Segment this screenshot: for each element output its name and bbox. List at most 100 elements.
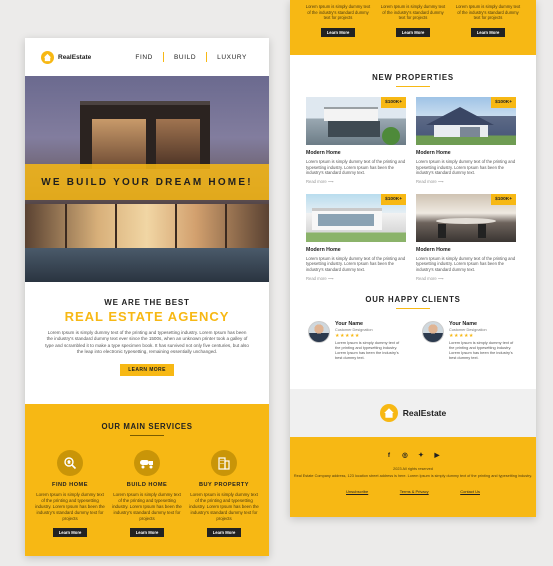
property-card[interactable]: $100K+ Modern Home Lorem Ipsum is simply… [306, 97, 406, 184]
property-name: Modern Home [306, 246, 341, 253]
new-properties-title: NEW PROPERTIES [372, 73, 454, 82]
property-grid: $100K+ Modern Home Lorem Ipsum is simply… [290, 87, 536, 281]
service-desc: Lorem Ipsum is simply dummy text of the … [380, 4, 446, 21]
service-learn-more-button[interactable]: Learn More [52, 528, 88, 537]
avatar [422, 320, 444, 343]
brand-name[interactable]: RealEstate [403, 408, 446, 418]
price-badge: $100K+ [381, 97, 406, 108]
read-more-link[interactable]: Read more ⟶ [306, 276, 406, 281]
unsubscribe-link[interactable]: Unsubscribe [346, 489, 368, 494]
property-photo: $100K+ [416, 193, 516, 242]
property-photo: $100K+ [306, 97, 406, 145]
hero-headline: WE BUILD YOUR DREAM HOME! [41, 176, 253, 188]
service-buy-property: BUY PROPERTY Lorem Ipsum is simply dummy… [189, 450, 259, 537]
service-name: FIND HOME [52, 482, 88, 488]
client-quote: Lorem Ipsum is simply dummy text of the … [449, 339, 514, 360]
contact-us-link[interactable]: Contact Us [460, 489, 480, 494]
client-name: Your Name [449, 320, 478, 327]
read-more-link[interactable]: Read more ⟶ [306, 179, 406, 184]
testimonial-card: Your Name Customer Designation ★★★★★ Lor… [308, 320, 404, 360]
intro-section: WE ARE THE BEST REAL ESTATE AGENCY Lorem… [25, 282, 269, 376]
read-more-link[interactable]: Read more ⟶ [416, 179, 516, 184]
footer: f ◎ ✦ ▶ 2023 All rights reserved Real Es… [290, 437, 536, 517]
price-badge: $100K+ [491, 97, 516, 108]
pool [25, 248, 269, 282]
terms-privacy-link[interactable]: Terms & Privacy [400, 489, 429, 494]
house-illustration [80, 101, 210, 169]
instagram-icon[interactable]: ◎ [401, 451, 409, 459]
happy-clients-title: OUR HAPPY CLIENTS [365, 294, 461, 304]
client-role: Customer Designation [335, 327, 373, 332]
intro-body: Lorem Ipsum is simply dummy text of the … [45, 330, 249, 355]
twitter-icon[interactable]: ✦ [417, 451, 425, 459]
service-name: BUY PROPERTY [198, 482, 250, 488]
property-photo: $100K+ [306, 193, 406, 242]
service-desc: Lorem Ipsum is simply dummy text of the … [35, 492, 105, 521]
house-logo-icon [379, 404, 398, 422]
hero-image: WE BUILD YOUR DREAM HOME! [25, 76, 269, 282]
services-continued: Lorem Ipsum is simply dummy text of the … [290, 0, 536, 55]
company-address: Real Estate Company address, 123 locatio… [293, 474, 533, 478]
service-build-home: BUILD HOME Lorem Ipsum is simply dummy t… [112, 450, 182, 537]
property-photo: $100K+ [416, 97, 516, 145]
service-desc: Lorem Ipsum is simply dummy text of the … [189, 492, 259, 521]
brand-name: RealEstate [58, 53, 92, 61]
property-name: Modern Home [306, 150, 341, 156]
service-snippet: Lorem Ipsum is simply dummy text of the … [379, 4, 447, 39]
property-desc: Lorem Ipsum is simply dummy text of the … [416, 159, 516, 176]
service-name: BUILD HOME [126, 482, 168, 488]
services-section: OUR MAIN SERVICES FIND HOME Lorem Ipsum … [25, 404, 269, 556]
service-learn-more-button[interactable]: Learn More [320, 27, 356, 37]
footer-logo-band: RealEstate [290, 389, 536, 437]
learn-more-button[interactable]: LEARN MORE [120, 363, 174, 376]
house-lower-floor [25, 204, 269, 248]
testimonial-card: Your Name Customer Designation ★★★★★ Lor… [422, 320, 518, 360]
client-quote: Lorem Ipsum is simply dummy text of the … [335, 339, 400, 360]
client-role: Customer Designation [449, 327, 487, 332]
nav-item-find[interactable]: FIND [125, 54, 163, 61]
property-name: Modern Home [416, 150, 451, 156]
service-learn-more-button[interactable]: Learn More [206, 528, 242, 537]
house-logo-icon [41, 50, 54, 64]
nav-item-luxury[interactable]: LUXURY [207, 54, 257, 61]
intro-kicker: WE ARE THE BEST [104, 298, 190, 307]
service-learn-more-button[interactable]: Learn More [395, 27, 431, 37]
social-links: f ◎ ✦ ▶ [290, 451, 536, 460]
property-name: Modern Home [416, 246, 451, 253]
services-title: OUR MAIN SERVICES [101, 422, 193, 431]
service-find-home: FIND HOME Lorem Ipsum is simply dummy te… [35, 450, 105, 537]
service-desc: Lorem Ipsum is simply dummy text of the … [455, 4, 521, 21]
header: RealEstate FIND BUILD LUXURY [25, 38, 269, 76]
youtube-icon[interactable]: ▶ [433, 451, 441, 459]
avatar [308, 320, 330, 343]
price-badge: $100K+ [491, 193, 516, 205]
hero-banner: WE BUILD YOUR DREAM HOME! [25, 164, 269, 200]
magnify-house-icon [57, 450, 83, 476]
main-nav: FIND BUILD LUXURY [125, 52, 257, 62]
service-snippet: Lorem Ipsum is simply dummy text of the … [454, 4, 522, 39]
footer-links: Unsubscribe Terms & Privacy Contact Us [290, 489, 536, 494]
star-rating: ★★★★★ [449, 332, 474, 339]
building-icon [211, 450, 237, 476]
star-rating: ★★★★★ [335, 332, 360, 339]
property-desc: Lorem Ipsum is simply dummy text of the … [416, 255, 516, 272]
email-template-left: RealEstate FIND BUILD LUXURY WE BUILD YO… [25, 38, 269, 556]
property-card[interactable]: $100K+ Modern Home Lorem Ipsum is simply… [416, 97, 516, 184]
service-learn-more-button[interactable]: Learn More [129, 528, 165, 537]
service-desc: Lorem Ipsum is simply dummy text of the … [305, 4, 371, 21]
read-more-link[interactable]: Read more ⟶ [416, 276, 516, 281]
intro-title: REAL ESTATE AGENCY [64, 309, 230, 324]
client-testimonials: Your Name Customer Designation ★★★★★ Lor… [290, 309, 536, 360]
nav-item-build[interactable]: BUILD [164, 54, 206, 61]
service-snippet: Lorem Ipsum is simply dummy text of the … [304, 4, 372, 39]
facebook-icon[interactable]: f [385, 451, 393, 459]
property-card[interactable]: $100K+ Modern Home Lorem Ipsum is simply… [416, 193, 516, 281]
property-card[interactable]: $100K+ Modern Home Lorem Ipsum is simply… [306, 193, 406, 281]
service-learn-more-button[interactable]: Learn More [470, 27, 506, 37]
brand-logo[interactable]: RealEstate [41, 50, 92, 64]
copyright: 2023 All rights reserved [393, 467, 433, 471]
client-name: Your Name [335, 320, 364, 327]
cement-truck-icon [134, 450, 160, 476]
property-desc: Lorem Ipsum is simply dummy text of the … [306, 159, 406, 176]
email-template-right: Lorem Ipsum is simply dummy text of the … [290, 0, 536, 517]
